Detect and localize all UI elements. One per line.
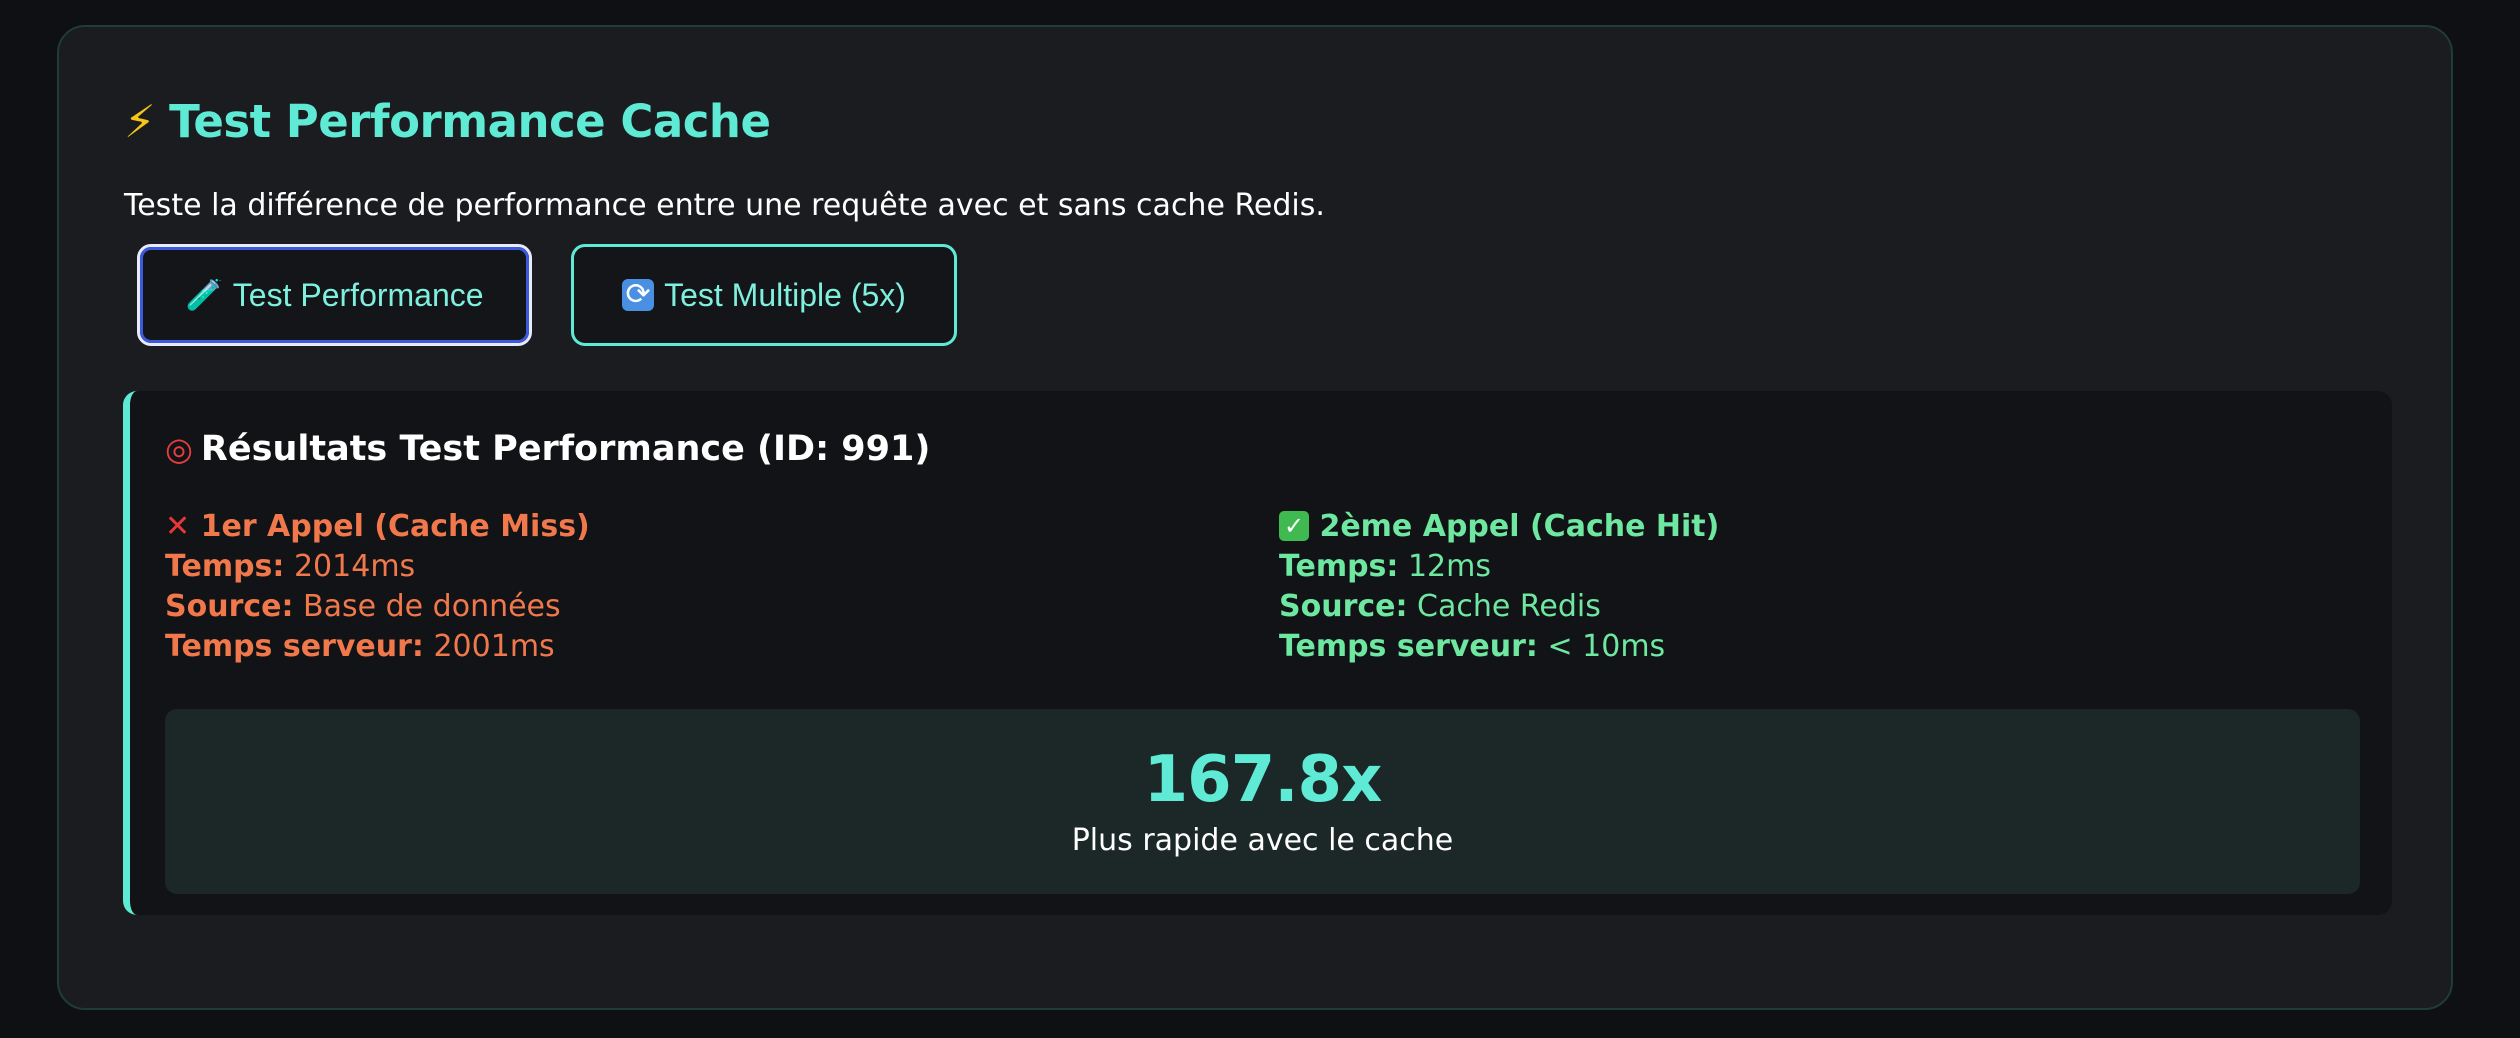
test-multiple-label: Test Multiple (5x)	[664, 276, 906, 313]
test-performance-label: Test Performance	[232, 276, 484, 313]
test-tube-icon: 🧪	[185, 278, 223, 312]
cross-icon: ✕	[165, 509, 191, 544]
time-value: 2014ms	[293, 549, 416, 584]
cache-miss-source: Source: Base de données	[165, 587, 590, 627]
cache-hit-heading-text: 2ème Appel (Cache Hit)	[1319, 509, 1720, 544]
test-performance-button[interactable]: 🧪 Test Performance	[137, 244, 532, 346]
source-value: Base de données	[303, 589, 561, 624]
refresh-icon: ⟳	[622, 279, 655, 311]
panel-description: Teste la différence de performance entre…	[124, 188, 1325, 223]
source-label: Source:	[165, 589, 294, 624]
cache-performance-panel: ⚡ Test Performance Cache Teste la différe…	[57, 25, 2453, 1010]
source-label: Source:	[1279, 589, 1408, 624]
panel-title: ⚡ Test Performance Cache	[124, 95, 771, 148]
time-label: Temps:	[165, 549, 285, 584]
results-title-text: Résultats Test Performance (ID: 991)	[200, 429, 931, 469]
cache-miss-heading-text: 1er Appel (Cache Miss)	[200, 509, 590, 544]
time-value: 12ms	[1407, 549, 1491, 584]
time-label: Temps:	[1279, 549, 1399, 584]
cache-miss-time: Temps: 2014ms	[165, 547, 590, 587]
cache-hit-source: Source: Cache Redis	[1279, 587, 1719, 627]
cache-miss-server-time: Temps serveur: 2001ms	[165, 627, 590, 667]
server-time-value: < 10ms	[1547, 629, 1666, 664]
server-time-value: 2001ms	[433, 629, 555, 664]
cache-hit-heading: ✓ 2ème Appel (Cache Hit)	[1279, 507, 1719, 547]
source-value: Cache Redis	[1417, 589, 1601, 624]
cache-hit-server-time: Temps serveur: < 10ms	[1279, 627, 1719, 667]
panel-title-text: Test Performance Cache	[169, 95, 771, 148]
cache-hit-time: Temps: 12ms	[1279, 547, 1719, 587]
server-time-label: Temps serveur:	[1279, 629, 1538, 664]
server-time-label: Temps serveur:	[165, 629, 424, 664]
speedup-box: 167.8x Plus rapide avec le cache	[165, 709, 2360, 894]
target-icon: ◎	[165, 430, 193, 468]
results-title: ◎ Résultats Test Performance (ID: 991)	[165, 429, 930, 469]
cache-hit-column: ✓ 2ème Appel (Cache Hit) Temps: 12ms Sou…	[1279, 507, 1719, 667]
cache-miss-column: ✕ 1er Appel (Cache Miss) Temps: 2014ms S…	[165, 507, 590, 667]
speedup-value: 167.8x	[1143, 743, 1383, 817]
speedup-label: Plus rapide avec le cache	[1071, 823, 1454, 858]
check-icon: ✓	[1279, 511, 1309, 541]
cache-miss-heading: ✕ 1er Appel (Cache Miss)	[165, 507, 590, 547]
test-multiple-button[interactable]: ⟳ Test Multiple (5x)	[571, 244, 957, 346]
results-card: ◎ Résultats Test Performance (ID: 991) ✕ …	[123, 391, 2392, 915]
lightning-icon: ⚡	[124, 95, 156, 148]
